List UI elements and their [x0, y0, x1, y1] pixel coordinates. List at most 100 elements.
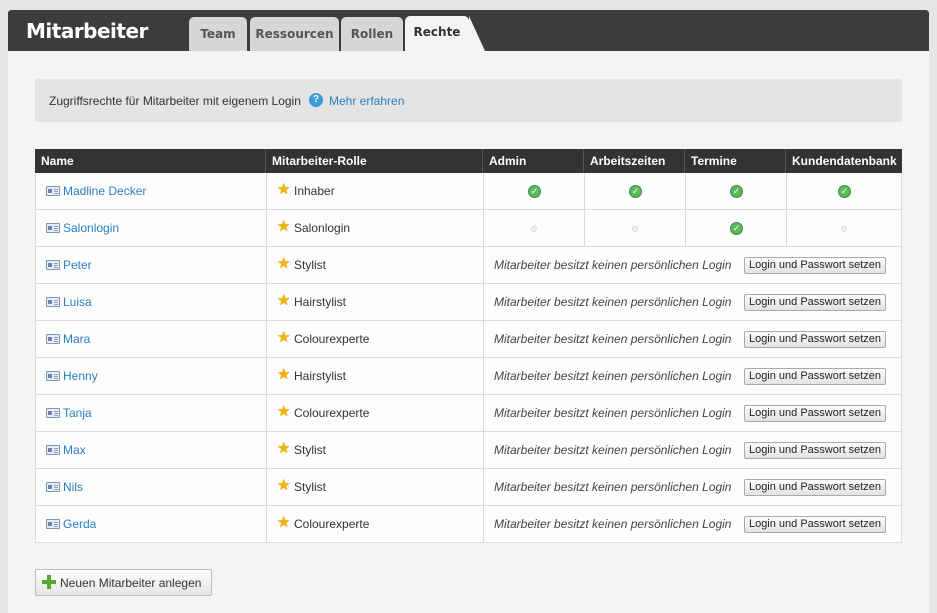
set-login-button[interactable]: Login und Passwort setzen: [744, 294, 886, 311]
star-icon: ★: [277, 218, 291, 235]
empty-dot-icon[interactable]: [841, 226, 847, 232]
tab-rollen[interactable]: Rollen: [341, 17, 403, 51]
tab-team[interactable]: Team: [189, 17, 247, 51]
contact-card-icon: [46, 408, 60, 418]
table-row: Gerda ★ Colourexperte Mitarbeiter besitzt k…: [35, 506, 902, 543]
info-text: Zugriffsrechte für Mitarbeiter mit eigen…: [49, 94, 301, 108]
no-login-cell: Mitarbeiter besitzt keinen persönlichen …: [484, 247, 901, 283]
employee-name-link[interactable]: Luisa: [63, 295, 92, 309]
header-role: Mitarbeiter-Rolle: [266, 149, 483, 173]
employee-name-link[interactable]: Madline Decker: [63, 184, 146, 198]
role-cell: ★ Stylist: [267, 247, 484, 283]
set-login-button[interactable]: Login und Passwort setzen: [744, 257, 886, 274]
no-login-text: Mitarbeiter besitzt keinen persönlichen …: [494, 369, 732, 383]
set-login-button[interactable]: Login und Passwort setzen: [744, 368, 886, 385]
table-row: Salonlogin ★ Salonlogin ✓: [35, 210, 902, 247]
check-circle-icon[interactable]: ✓: [528, 185, 541, 198]
role-cell: ★ Colourexperte: [267, 321, 484, 357]
perm-cell-kundendatenbank[interactable]: ✓: [787, 173, 901, 209]
name-cell: Madline Decker: [36, 173, 267, 209]
employee-role: Stylist: [294, 480, 327, 494]
employee-name-link[interactable]: Tanja: [63, 406, 92, 420]
tab-rechte[interactable]: Rechte: [405, 16, 485, 51]
contact-card-icon: [46, 482, 60, 492]
employee-name-link[interactable]: Mara: [63, 332, 90, 346]
star-icon: ★: [277, 329, 291, 346]
top-bar: Mitarbeiter Team Ressourcen Rollen Recht…: [8, 10, 929, 51]
table-row: Max ★ Stylist Mitarbeiter besitzt keinen pe…: [35, 432, 902, 469]
name-cell: Tanja: [36, 395, 267, 431]
perm-cell-termine[interactable]: ✓: [686, 173, 787, 209]
permissions-table: Name Mitarbeiter-Rolle Admin Arbeitszeit…: [35, 149, 902, 543]
table-row: Mara ★ Colourexperte Mitarbeiter besitzt ke…: [35, 321, 902, 358]
table-row: Madline Decker ★ Inhaber ✓ ✓ ✓ ✓: [35, 173, 902, 210]
star-icon: ★: [277, 366, 291, 383]
check-circle-icon[interactable]: ✓: [730, 222, 743, 235]
name-cell: Salonlogin: [36, 210, 267, 246]
no-login-cell: Mitarbeiter besitzt keinen persönlichen …: [484, 469, 901, 505]
no-login-cell: Mitarbeiter besitzt keinen persönlichen …: [484, 284, 901, 320]
employee-name-link[interactable]: Gerda: [63, 517, 96, 531]
perm-cell-arbeitszeiten[interactable]: [585, 210, 686, 246]
employee-name-link[interactable]: Max: [63, 443, 86, 457]
header-name: Name: [35, 149, 266, 173]
star-icon: ★: [277, 477, 291, 494]
set-login-button[interactable]: Login und Passwort setzen: [744, 442, 886, 459]
tab-ressourcen[interactable]: Ressourcen: [250, 17, 339, 51]
star-icon: ★: [277, 255, 291, 272]
employee-role: Inhaber: [294, 184, 335, 198]
app-title: Mitarbeiter: [26, 19, 148, 43]
check-circle-icon[interactable]: ✓: [629, 185, 642, 198]
table-body: Madline Decker ★ Inhaber ✓ ✓ ✓ ✓ Salonlogin ★ Sal…: [35, 173, 902, 543]
no-login-text: Mitarbeiter besitzt keinen persönlichen …: [494, 258, 732, 272]
perm-cell-admin[interactable]: ✓: [484, 173, 585, 209]
name-cell: Henny: [36, 358, 267, 394]
empty-dot-icon[interactable]: [632, 226, 638, 232]
header-termine: Termine: [685, 149, 786, 173]
empty-dot-icon[interactable]: [531, 226, 537, 232]
set-login-button[interactable]: Login und Passwort setzen: [744, 516, 886, 533]
role-cell: ★ Hairstylist: [267, 284, 484, 320]
no-login-cell: Mitarbeiter besitzt keinen persönlichen …: [484, 506, 901, 542]
no-login-text: Mitarbeiter besitzt keinen persönlichen …: [494, 295, 732, 309]
perm-cell-termine[interactable]: ✓: [686, 210, 787, 246]
role-cell: ★ Colourexperte: [267, 395, 484, 431]
name-cell: Max: [36, 432, 267, 468]
question-circle-icon[interactable]: ?: [309, 93, 323, 107]
header-kundendatenbank: Kundendatenbank: [792, 154, 897, 168]
no-login-cell: Mitarbeiter besitzt keinen persönlichen …: [484, 432, 901, 468]
no-login-text: Mitarbeiter besitzt keinen persönlichen …: [494, 480, 732, 494]
star-icon: ★: [277, 440, 291, 457]
set-login-button[interactable]: Login und Passwort setzen: [744, 331, 886, 348]
add-employee-label: Neuen Mitarbeiter anlegen: [60, 576, 202, 590]
employee-name-link[interactable]: Henny: [63, 369, 98, 383]
star-icon: ★: [277, 403, 291, 420]
set-login-button[interactable]: Login und Passwort setzen: [744, 479, 886, 496]
employee-name-link[interactable]: Salonlogin: [63, 221, 119, 235]
name-cell: Peter: [36, 247, 267, 283]
no-login-text: Mitarbeiter besitzt keinen persönlichen …: [494, 443, 732, 457]
no-login-text: Mitarbeiter besitzt keinen persönlichen …: [494, 406, 732, 420]
check-circle-icon[interactable]: ✓: [838, 185, 851, 198]
employee-name-link[interactable]: Peter: [63, 258, 92, 272]
plus-icon: [42, 575, 56, 589]
perm-cell-arbeitszeiten[interactable]: ✓: [585, 173, 686, 209]
perm-cell-kundendatenbank[interactable]: [787, 210, 901, 246]
learn-more-link[interactable]: Mehr erfahren: [329, 94, 404, 108]
set-login-button[interactable]: Login und Passwort setzen: [744, 405, 886, 422]
check-circle-icon[interactable]: ✓: [730, 185, 743, 198]
name-cell: Gerda: [36, 506, 267, 542]
table-row: Nils ★ Stylist Mitarbeiter besitzt keinen p…: [35, 469, 902, 506]
employee-role: Colourexperte: [294, 406, 370, 420]
employee-role: Colourexperte: [294, 517, 370, 531]
contact-card-icon: [46, 334, 60, 344]
add-employee-button[interactable]: Neuen Mitarbeiter anlegen: [35, 569, 212, 596]
role-cell: ★ Salonlogin: [267, 210, 484, 246]
contact-card-icon: [46, 371, 60, 381]
employee-role: Hairstylist: [294, 295, 347, 309]
employee-name-link[interactable]: Nils: [63, 480, 83, 494]
no-login-cell: Mitarbeiter besitzt keinen persönlichen …: [484, 395, 901, 431]
table-header: Name Mitarbeiter-Rolle Admin Arbeitszeit…: [35, 149, 902, 173]
name-cell: Luisa: [36, 284, 267, 320]
perm-cell-admin[interactable]: [484, 210, 585, 246]
